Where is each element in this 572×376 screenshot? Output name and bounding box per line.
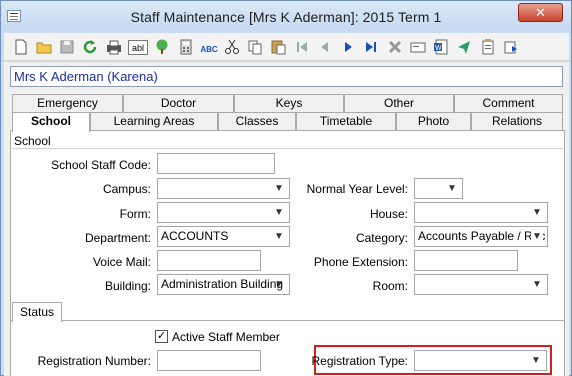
tab-status[interactable]: Status — [12, 302, 62, 322]
house-select[interactable]: ▼ — [414, 202, 548, 223]
chevron-down-icon: ▼ — [531, 355, 541, 366]
cut-icon[interactable] — [223, 38, 241, 56]
tab-school[interactable]: School — [12, 112, 90, 132]
category-value: Accounts Payable / Rec — [418, 229, 546, 243]
open-folder-icon[interactable] — [35, 38, 53, 56]
move-icon[interactable] — [502, 38, 520, 56]
phone-extension-input[interactable] — [414, 250, 518, 271]
tab-timetable[interactable]: Timetable — [296, 112, 396, 130]
card-icon[interactable] — [409, 38, 427, 56]
tab-comment[interactable]: Comment — [454, 94, 563, 112]
new-document-icon[interactable] — [12, 38, 30, 56]
toolbar: abl ABC W — [4, 33, 569, 61]
chevron-down-icon: ▼ — [274, 279, 284, 290]
send-icon[interactable] — [455, 38, 473, 56]
room-select[interactable]: ▼ — [414, 274, 548, 295]
main-content: Mrs K Aderman (Karena) Emergency Doctor … — [4, 62, 569, 376]
registration-type-select[interactable]: ▼ — [414, 350, 547, 371]
title-bar[interactable]: Staff Maintenance [Mrs K Aderman]: 2015 … — [1, 1, 571, 31]
form-label: Form: — [119, 207, 151, 221]
registration-number-label: Registration Number: — [37, 354, 151, 368]
building-value: Administration Building — [161, 277, 284, 291]
chevron-down-icon: ▼ — [274, 183, 284, 194]
staff-maintenance-window: Staff Maintenance [Mrs K Aderman]: 2015 … — [0, 0, 572, 376]
active-staff-member-label: Active Staff Member — [172, 330, 280, 344]
house-label: House: — [369, 207, 408, 221]
previous-record-icon[interactable] — [316, 38, 334, 56]
refresh-icon[interactable] — [81, 38, 99, 56]
next-record-icon[interactable] — [339, 38, 357, 56]
close-button[interactable]: ✕ — [518, 3, 563, 22]
tree-icon[interactable] — [153, 38, 171, 56]
registration-type-label: Registration Type: — [311, 354, 409, 368]
chevron-down-icon: ▼ — [447, 183, 457, 194]
tab-photo[interactable]: Photo — [396, 112, 471, 130]
registration-number-input[interactable] — [157, 350, 261, 371]
first-record-icon[interactable] — [293, 38, 311, 56]
campus-label: Campus: — [102, 182, 151, 196]
school-group-divider — [12, 148, 563, 149]
tab-other[interactable]: Other — [344, 94, 454, 112]
chevron-down-icon: ▼ — [532, 207, 542, 218]
tab-keys[interactable]: Keys — [234, 94, 344, 112]
normal-year-level-label: Normal Year Level: — [306, 182, 408, 196]
voice-mail-label: Voice Mail: — [92, 255, 151, 269]
tab-row-lower: School Learning Areas Classes Timetable … — [12, 112, 563, 132]
school-group-label: School — [14, 134, 51, 148]
tab-row-upper: Emergency Doctor Keys Other Comment — [12, 94, 563, 112]
delete-icon[interactable] — [386, 38, 404, 56]
save-icon[interactable] — [58, 38, 76, 56]
svg-text:W: W — [435, 45, 442, 52]
staff-name-bar: Mrs K Aderman (Karena) — [10, 66, 563, 87]
tab-doctor[interactable]: Doctor — [123, 94, 234, 112]
school-staff-code-label: School Staff Code: — [51, 158, 151, 172]
paste-icon[interactable] — [269, 38, 287, 56]
tab-emergency[interactable]: Emergency — [12, 94, 123, 112]
active-staff-member-checkbox[interactable]: ✓ — [155, 330, 168, 343]
chevron-down-icon: ▼ — [274, 231, 284, 242]
school-staff-code-input[interactable] — [157, 153, 275, 174]
department-select[interactable]: ACCOUNTS ▼ — [157, 226, 290, 247]
building-label: Building: — [104, 279, 151, 293]
last-record-icon[interactable] — [362, 38, 380, 56]
window-title: Staff Maintenance [Mrs K Aderman]: 2015 … — [130, 9, 442, 25]
word-icon[interactable]: W — [432, 38, 450, 56]
department-label: Department: — [84, 231, 151, 245]
campus-select[interactable]: ▼ — [157, 178, 290, 199]
clipboard-icon[interactable] — [479, 38, 497, 56]
department-value: ACCOUNTS — [161, 229, 229, 243]
calculator-icon[interactable] — [177, 38, 195, 56]
form-select[interactable]: ▼ — [157, 202, 290, 223]
tab-relations[interactable]: Relations — [471, 112, 563, 130]
spellcheck-icon[interactable]: ABC — [200, 38, 218, 56]
chevron-down-icon: ▼ — [274, 207, 284, 218]
category-select[interactable]: Accounts Payable / Rec ▼ — [414, 226, 548, 247]
print-icon[interactable] — [105, 38, 123, 56]
room-label: Room: — [372, 279, 408, 293]
abl-icon[interactable]: abl — [128, 40, 148, 55]
chevron-down-icon: ▼ — [531, 227, 543, 246]
chevron-down-icon: ▼ — [532, 279, 542, 290]
tab-learning-areas[interactable]: Learning Areas — [90, 112, 218, 130]
copy-icon[interactable] — [246, 38, 264, 56]
tab-classes[interactable]: Classes — [218, 112, 296, 130]
building-select[interactable]: Administration Building ▼ — [157, 274, 290, 295]
normal-year-level-select[interactable]: ▼ — [414, 178, 463, 199]
phone-extension-label: Phone Extension: — [313, 255, 408, 269]
category-label: Category: — [355, 231, 408, 245]
voice-mail-input[interactable] — [157, 250, 261, 271]
